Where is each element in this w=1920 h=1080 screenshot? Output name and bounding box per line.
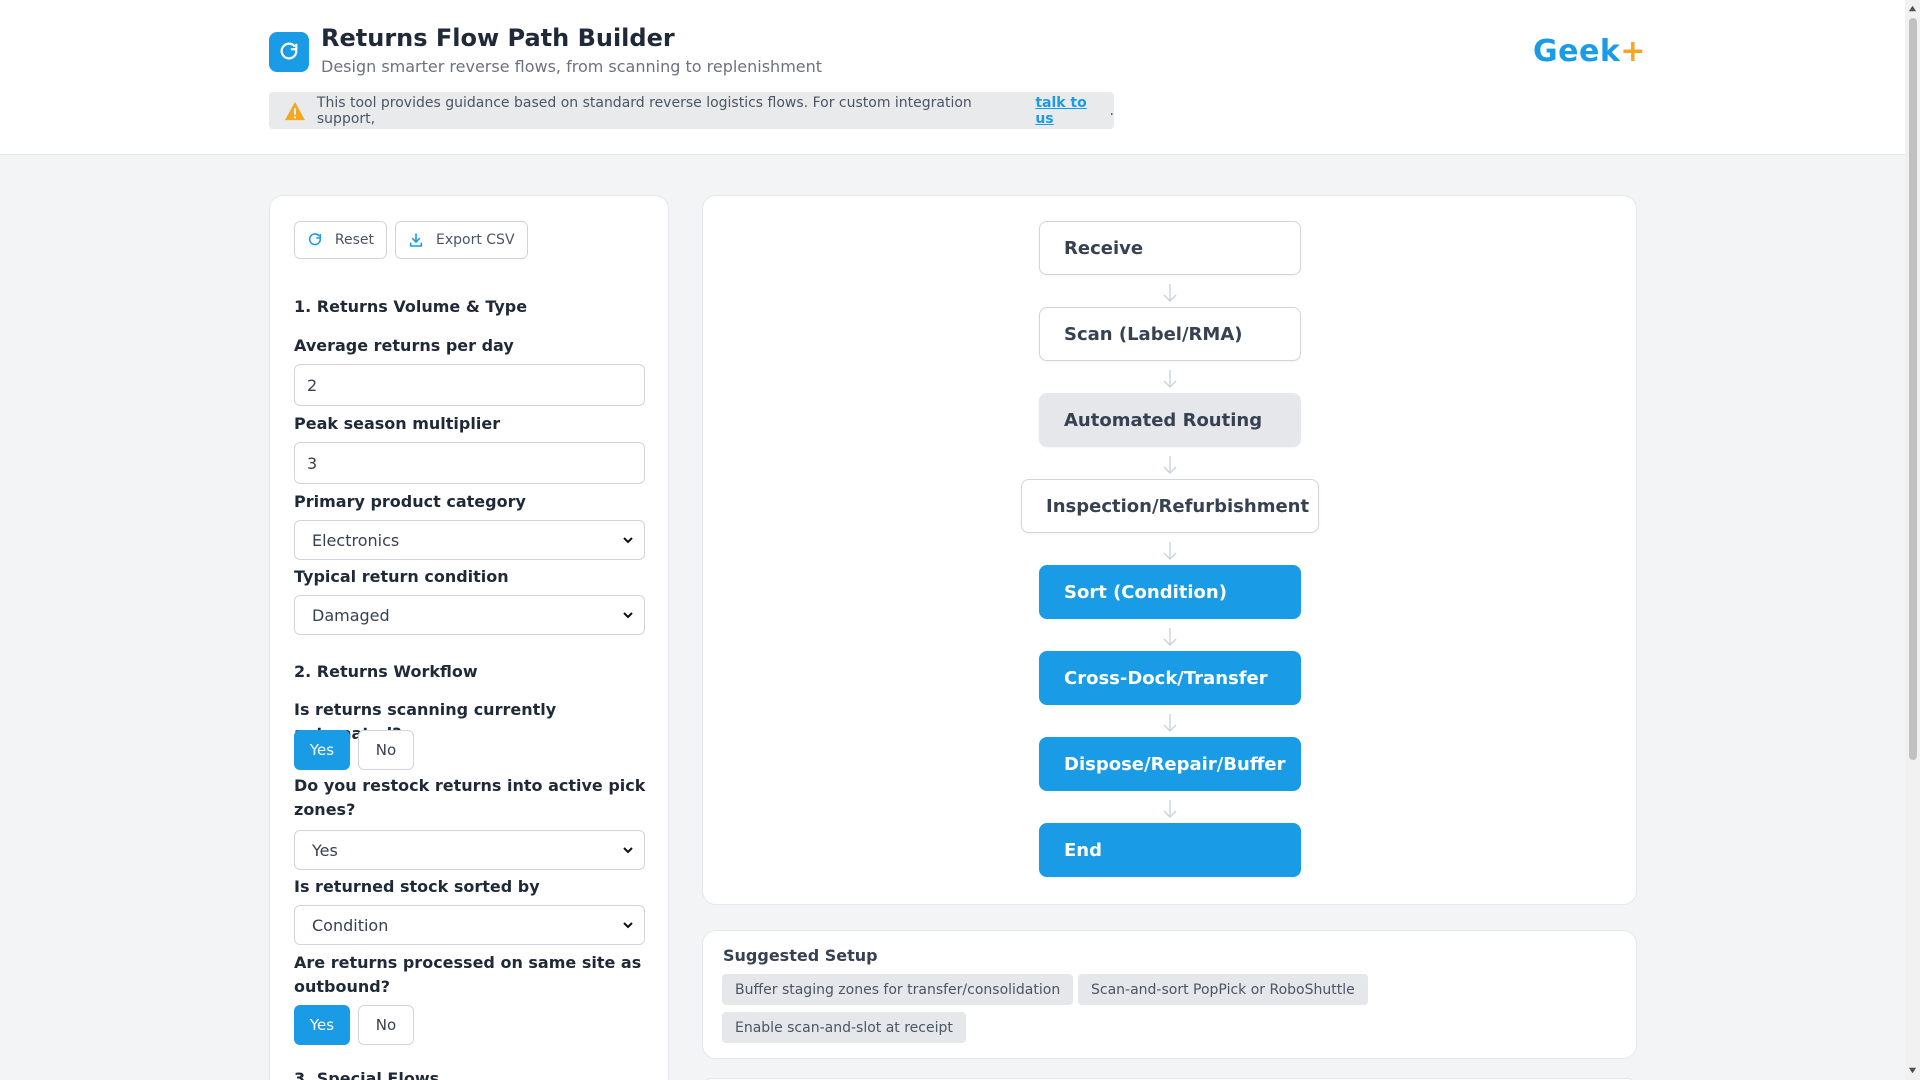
sorted-by-value: Condition xyxy=(312,915,389,935)
arrow-down-icon xyxy=(1163,714,1177,733)
section-workflow-title: 2. Returns Workflow xyxy=(294,662,478,681)
refresh-icon xyxy=(280,42,298,60)
flow-step-scan: Scan (Label/RMA) xyxy=(1039,307,1301,361)
avg-returns-label: Average returns per day xyxy=(294,336,514,355)
restock-select[interactable]: Yes xyxy=(294,830,645,870)
arrow-down-icon xyxy=(1163,542,1177,561)
app-logo xyxy=(269,32,309,72)
flow-step-end: End xyxy=(1039,823,1301,877)
same-site-no-button[interactable]: No xyxy=(358,1005,414,1045)
reset-label: Reset xyxy=(334,232,374,248)
avg-returns-input[interactable]: 2 xyxy=(294,364,645,406)
section-special-flows-title: 3. Special Flows xyxy=(294,1069,440,1080)
flow-step-dispose: Dispose/Repair/Buffer xyxy=(1039,737,1301,791)
suggestion-tag: Scan-and-sort PopPick or RoboShuttle xyxy=(1078,974,1368,1005)
download-icon xyxy=(409,233,423,247)
same-site-label: Are returns processed on same site as ou… xyxy=(294,953,642,996)
refresh-icon xyxy=(308,233,322,246)
suggestion-tag: Enable scan-and-slot at receipt xyxy=(722,1012,966,1043)
chevron-down-icon xyxy=(623,612,633,619)
arrow-down-icon xyxy=(1163,284,1177,303)
return-condition-value: Damaged xyxy=(312,605,390,625)
flow-step-inspection: Inspection/Refurbishment xyxy=(1021,479,1319,533)
warning-icon xyxy=(284,101,305,120)
chevron-down-icon xyxy=(623,847,633,854)
talk-to-us-link[interactable]: talk to us xyxy=(1035,95,1109,127)
arrow-down-icon xyxy=(1163,370,1177,389)
scroll-down-icon[interactable] xyxy=(1908,1066,1917,1075)
flow-step-cross-dock: Cross-Dock/Transfer xyxy=(1039,651,1301,705)
suggested-setup-panel: Suggested Setup Buffer staging zones for… xyxy=(702,930,1637,1059)
suggestion-tag: Buffer staging zones for transfer/consol… xyxy=(722,974,1074,1005)
brand-plus: + xyxy=(1620,34,1646,69)
peak-multiplier-input[interactable]: 3 xyxy=(294,442,645,484)
flow-step-automated-routing: Automated Routing xyxy=(1039,393,1301,447)
chevron-down-icon xyxy=(623,922,633,929)
product-category-value: Electronics xyxy=(312,530,400,550)
arrow-down-icon xyxy=(1163,800,1177,819)
info-notice: This tool provides guidance based on sta… xyxy=(269,92,1114,129)
page-scrollbar[interactable] xyxy=(1905,0,1920,1080)
flow-step-sort: Sort (Condition) xyxy=(1039,565,1301,619)
product-category-select[interactable]: Electronics xyxy=(294,520,645,560)
scrollbar-thumb[interactable] xyxy=(1909,18,1917,760)
return-condition-select[interactable]: Damaged xyxy=(294,595,645,635)
flow-diagram-panel: Receive Scan (Label/RMA) Automated Routi… xyxy=(702,195,1637,905)
page-header: Returns Flow Path Builder Design smarter… xyxy=(0,0,1905,155)
config-form-panel: Reset Export CSV 1. Returns Volume & Typ… xyxy=(269,195,669,1080)
flow-step-receive: Receive xyxy=(1039,221,1301,275)
peak-multiplier-label: Peak season multiplier xyxy=(294,414,501,433)
notice-end: . xyxy=(1109,102,1114,119)
restock-value: Yes xyxy=(312,840,338,860)
scan-automated-no-button[interactable]: No xyxy=(358,730,414,770)
restock-label: Do you restock returns into active pick … xyxy=(294,776,646,819)
reset-button[interactable]: Reset xyxy=(294,221,387,259)
export-csv-label: Export CSV xyxy=(436,232,515,248)
sorted-by-select[interactable]: Condition xyxy=(294,905,645,945)
brand-text: Geek xyxy=(1533,34,1621,69)
product-category-label: Primary product category xyxy=(294,492,526,511)
notice-text: This tool provides guidance based on sta… xyxy=(316,94,972,127)
brand-logo: Geek+ xyxy=(1533,34,1646,69)
chevron-down-icon xyxy=(623,537,633,544)
export-csv-button[interactable]: Export CSV xyxy=(395,221,528,259)
suggested-setup-title: Suggested Setup xyxy=(723,946,878,965)
sorted-by-label: Is returned stock sorted by xyxy=(294,877,540,896)
scan-automated-yes-button[interactable]: Yes xyxy=(294,730,350,770)
scroll-up-icon[interactable] xyxy=(1908,4,1917,13)
arrow-down-icon xyxy=(1163,628,1177,647)
page-title: Returns Flow Path Builder xyxy=(321,24,675,52)
same-site-yes-button[interactable]: Yes xyxy=(294,1005,350,1045)
arrow-down-icon xyxy=(1163,456,1177,475)
section-volume-title: 1. Returns Volume & Type xyxy=(294,297,528,316)
page-subtitle: Design smarter reverse flows, from scann… xyxy=(321,57,823,76)
return-condition-label: Typical return condition xyxy=(294,567,509,586)
